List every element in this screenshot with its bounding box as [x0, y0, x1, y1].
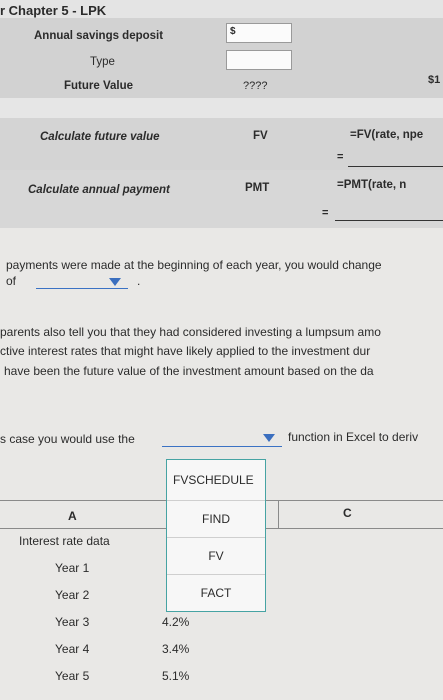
column-a-header: A — [68, 509, 77, 523]
separator-strip — [0, 98, 443, 118]
calc-fv-eq: = — [337, 151, 344, 163]
paragraph-line2: ctive interest rates that might have lik… — [0, 344, 371, 358]
calc-fv-formula: =FV(rate, npe — [350, 129, 424, 141]
table-row-value: 5.1% — [162, 669, 190, 683]
column-c-header: C — [343, 506, 352, 520]
calc-fv-label: Calculate future value — [40, 131, 160, 143]
calc-pmt-formula: =PMT(rate, n — [337, 179, 407, 191]
question1-dropdown-caret-icon[interactable] — [109, 278, 121, 286]
question1-line2: of — [6, 274, 17, 288]
table-row-label: Year 3 — [55, 615, 90, 629]
question1-dropdown-underline — [36, 288, 128, 289]
paragraph-line1: parents also tell you that they had cons… — [0, 325, 381, 339]
question2-post: function in Excel to deriv — [288, 430, 419, 444]
dropdown-option-find[interactable]: FIND — [167, 501, 265, 538]
calc-pmt-fn: PMT — [245, 182, 270, 194]
dropdown-option-fv[interactable]: FV — [167, 538, 265, 575]
question2-dropdown-caret-icon[interactable] — [263, 434, 275, 442]
table-row-label: Year 4 — [55, 642, 90, 656]
question2-dropdown-underline — [162, 446, 282, 447]
question1-line1: payments were made at the beginning of e… — [6, 258, 382, 272]
calc-pmt-underline — [335, 220, 443, 221]
input-band: Annual savings deposit $ Type Future Val… — [0, 18, 443, 98]
table-row-value: 3.4% — [162, 642, 190, 656]
type-input[interactable] — [226, 50, 292, 70]
table-column-divider — [278, 500, 279, 528]
table-row-label: Year 5 — [55, 669, 90, 683]
table-row-label: Year 2 — [55, 588, 90, 602]
section-label: Interest rate data — [19, 534, 110, 548]
annual-savings-label: Annual savings deposit — [34, 30, 164, 42]
future-value-value: ???? — [243, 80, 268, 92]
page-title: r Chapter 5 - LPK — [0, 3, 107, 18]
calc-fv-fn: FV — [253, 130, 268, 142]
table-row-label: Year 1 — [55, 561, 90, 575]
calc-fv-band: Calculate future value FV =FV(rate, npe … — [0, 118, 443, 170]
currency-symbol: $ — [230, 26, 236, 37]
calc-pmt-label: Calculate annual payment — [28, 184, 170, 196]
question1-end: . — [137, 274, 141, 288]
dropdown-option-fvschedule[interactable]: FVSCHEDULE — [167, 460, 265, 501]
future-value-right: $1 — [428, 74, 441, 86]
calc-fv-underline — [348, 166, 443, 167]
calc-pmt-band: Calculate annual payment PMT =PMT(rate, … — [0, 170, 443, 228]
table-row-value: 4.2% — [162, 615, 190, 629]
type-label: Type — [90, 56, 115, 68]
paragraph-line3: have been the future value of the invest… — [4, 364, 374, 378]
function-dropdown-menu[interactable]: FVSCHEDULE FIND FV FACT — [166, 459, 266, 612]
future-value-label: Future Value — [64, 80, 134, 92]
annual-savings-input[interactable]: $ — [226, 23, 292, 43]
calc-pmt-eq: = — [322, 207, 329, 219]
question2-pre: s case you would use the — [0, 432, 135, 446]
dropdown-option-fact[interactable]: FACT — [167, 575, 265, 611]
